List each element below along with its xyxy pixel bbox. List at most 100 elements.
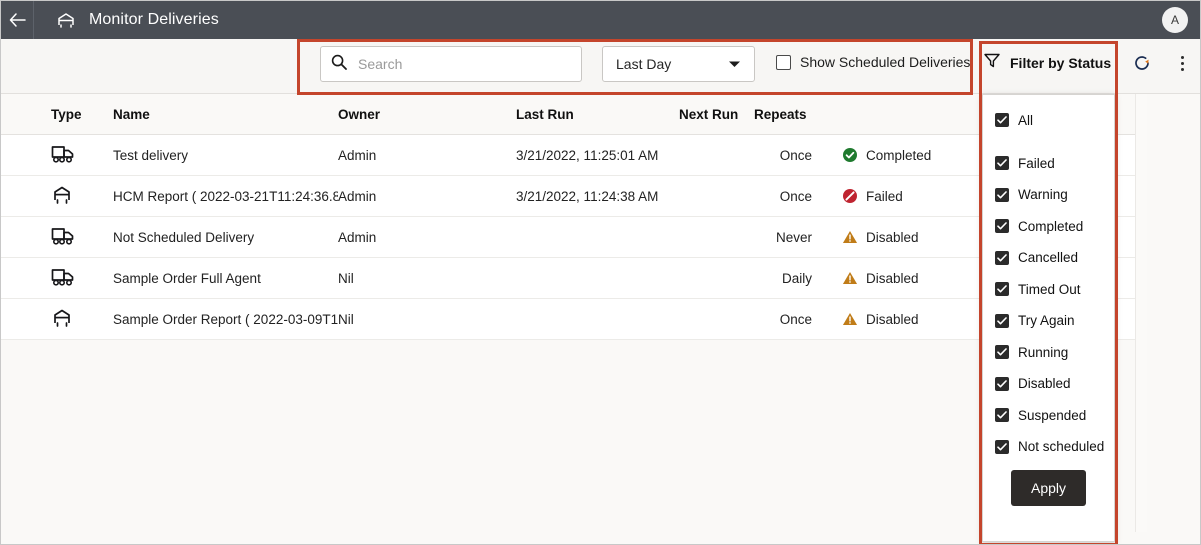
status-badge: Failed <box>866 188 903 204</box>
truck-icon <box>51 145 75 167</box>
check-circle-icon <box>842 147 858 163</box>
refresh-button[interactable] <box>1132 53 1154 75</box>
show-scheduled-deliveries-checkbox[interactable]: Show Scheduled Deliveries <box>776 54 970 70</box>
period-select-value: Last Day <box>616 56 672 72</box>
filter-option-try-again[interactable]: Try Again <box>983 310 1114 332</box>
status-badge: Disabled <box>866 270 919 286</box>
vertical-scrollbar[interactable] <box>1135 94 1147 532</box>
warning-triangle-icon <box>842 229 858 245</box>
column-header-type[interactable]: Type <box>1 107 113 122</box>
filter-option-suspended[interactable]: Suspended <box>983 404 1114 426</box>
more-options-button[interactable] <box>1174 52 1190 74</box>
checkbox-checked-icon <box>995 439 1009 454</box>
kebab-menu-icon <box>1180 67 1184 71</box>
checkbox-checked-icon <box>995 156 1009 170</box>
kebab-menu-icon <box>1180 55 1184 59</box>
chevron-down-icon <box>728 55 741 73</box>
filter-option-not-scheduled[interactable]: Not scheduled <box>983 436 1114 458</box>
cell-owner: Nil <box>338 270 354 286</box>
filter-option-label: Try Again <box>1018 313 1075 328</box>
show-scheduled-deliveries-label: Show Scheduled Deliveries <box>800 54 971 70</box>
cell-type <box>1 185 113 208</box>
table-row[interactable]: Test delivery Admin 3/21/2022, 11:25:01 AM… <box>1 135 1135 176</box>
filter-by-status-label: Filter by Status <box>1010 55 1112 71</box>
filter-option-running[interactable]: Running <box>983 341 1114 363</box>
cell-last-run: 3/21/2022, 11:25:01 AM <box>516 147 659 163</box>
cell-type <box>1 144 113 167</box>
checkbox-box <box>776 54 791 70</box>
cell-name[interactable]: HCM Report ( 2022-03-21T11:24:36.84… <box>113 189 338 204</box>
search-icon <box>331 54 347 75</box>
cell-type <box>1 226 113 249</box>
cell-name[interactable]: Sample Order Report ( 2022-03-09T1… <box>113 312 338 327</box>
warning-triangle-icon <box>842 311 858 327</box>
filter-by-status-button[interactable]: Filter by Status <box>984 53 1111 73</box>
avatar-initial: A <box>1170 13 1179 27</box>
cell-owner: Admin <box>338 229 377 245</box>
checkbox-checked-icon <box>995 408 1009 422</box>
filter-option-label: Failed <box>1018 155 1055 171</box>
filter-option-timed-out[interactable]: Timed Out <box>983 278 1114 300</box>
filter-option-label: Disabled <box>1018 376 1071 391</box>
cell-owner: Admin <box>338 147 377 163</box>
status-badge: Disabled <box>866 311 919 327</box>
warning-triangle-icon <box>842 270 858 286</box>
search-box[interactable] <box>320 46 582 82</box>
cell-owner: Admin <box>338 188 377 204</box>
filter-option-label: Running <box>1018 344 1069 360</box>
checkbox-checked-icon <box>995 345 1009 359</box>
funnel-icon <box>984 53 1000 73</box>
filter-option-all[interactable]: All <box>983 109 1114 131</box>
report-icon <box>51 186 73 208</box>
cell-repeats: Daily <box>781 270 812 286</box>
search-input[interactable] <box>356 55 571 73</box>
filter-by-status-panel: All Failed Warning Completed Cancelled Timed … <box>982 94 1115 542</box>
checkbox-checked-icon <box>995 313 1009 328</box>
apply-button-wrap: Apply <box>983 469 1114 506</box>
filter-option-disabled[interactable]: Disabled <box>983 373 1114 395</box>
cell-repeats: Once <box>779 147 812 163</box>
cell-name[interactable]: Test delivery <box>113 148 338 163</box>
table-row[interactable]: Not Scheduled Delivery Admin Never Disabled <box>1 217 1135 258</box>
table-row[interactable]: Sample Order Full Agent Nil Daily Disabled <box>1 258 1135 299</box>
report-icon <box>51 309 73 331</box>
cell-type <box>1 267 113 290</box>
checkbox-checked-icon <box>995 187 1009 202</box>
table-header-row: Type Name Owner Last Run Next Run Repeat… <box>1 94 1135 135</box>
column-header-next-run[interactable]: Next Run <box>679 107 746 122</box>
checkbox-checked-icon <box>995 113 1009 127</box>
cell-type <box>1 308 113 331</box>
column-header-repeats[interactable]: Repeats <box>746 107 842 122</box>
table-row[interactable]: HCM Report ( 2022-03-21T11:24:36.84… Admi… <box>1 176 1135 217</box>
cell-last-run: 3/21/2022, 11:24:38 AM <box>516 188 659 204</box>
column-header-last-run[interactable]: Last Run <box>516 107 679 122</box>
period-select[interactable]: Last Day <box>602 46 755 82</box>
filter-option-warning[interactable]: Warning <box>983 184 1114 206</box>
checkbox-checked-icon <box>995 250 1009 265</box>
filter-option-cancelled[interactable]: Cancelled <box>983 247 1114 269</box>
kebab-menu-icon <box>1180 61 1184 65</box>
status-badge: Disabled <box>866 229 919 245</box>
avatar[interactable]: A <box>1162 7 1188 33</box>
column-header-name[interactable]: Name <box>113 107 338 122</box>
column-header-owner[interactable]: Owner <box>338 107 516 122</box>
filter-option-label: Suspended <box>1018 407 1087 423</box>
arrow-left-icon <box>9 13 26 27</box>
title-group: Monitor Deliveries <box>34 11 219 29</box>
cell-owner: Nil <box>338 311 354 327</box>
back-button[interactable] <box>1 1 34 39</box>
filter-option-label: Not scheduled <box>1018 439 1105 454</box>
cell-name[interactable]: Sample Order Full Agent <box>113 271 338 286</box>
checkbox-checked-icon <box>995 282 1009 296</box>
filter-option-failed[interactable]: Failed <box>983 152 1114 174</box>
filter-option-label: All <box>1018 112 1034 128</box>
checkbox-checked-icon <box>995 376 1009 391</box>
apply-button[interactable]: Apply <box>1010 469 1087 506</box>
app-header: Monitor Deliveries A <box>1 1 1200 39</box>
truck-icon <box>51 227 75 249</box>
cell-name[interactable]: Not Scheduled Delivery <box>113 230 338 245</box>
status-badge: Completed <box>866 147 932 163</box>
filter-option-completed[interactable]: Completed <box>983 215 1114 237</box>
cell-repeats: Once <box>779 311 812 327</box>
table-row[interactable]: Sample Order Report ( 2022-03-09T1… Nil On… <box>1 299 1135 340</box>
